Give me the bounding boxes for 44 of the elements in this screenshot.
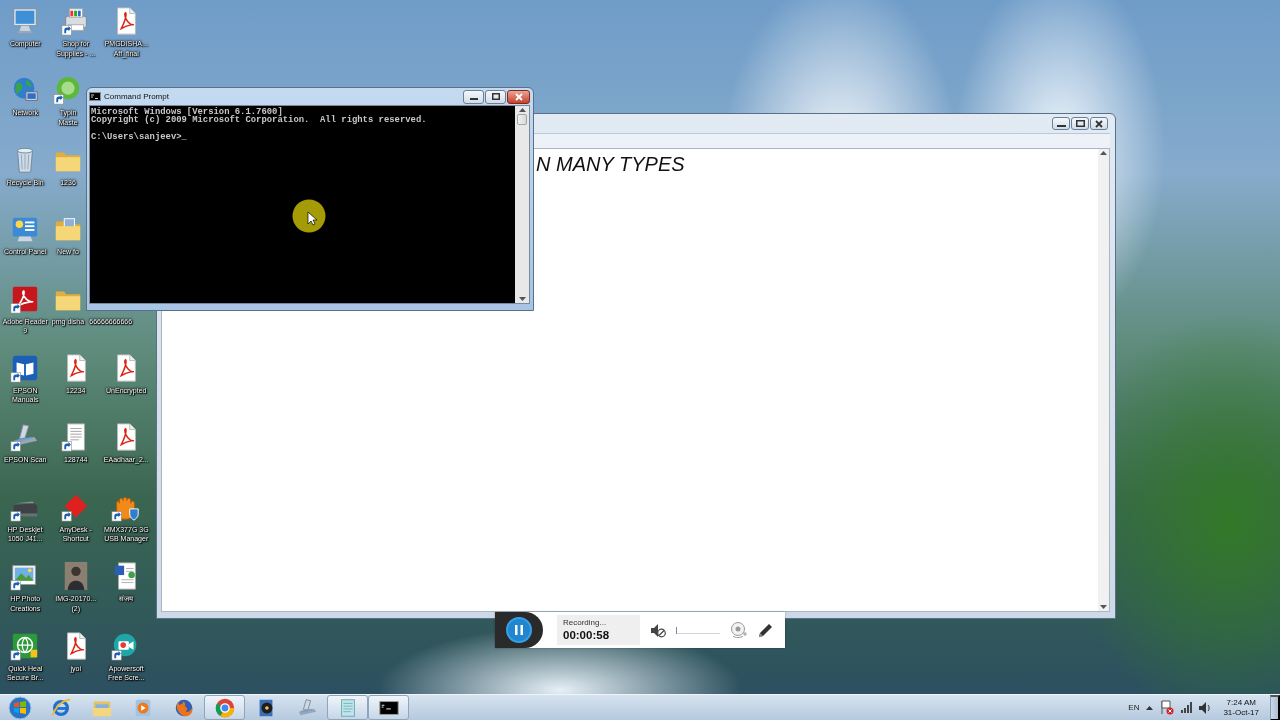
volume-slider[interactable] bbox=[676, 626, 720, 634]
scrollbar-thumb[interactable] bbox=[517, 114, 527, 125]
console-line: Copyright (c) 2009 Microsoft Corporation. All rights reserved. bbox=[91, 116, 428, 125]
down-arrow-icon[interactable] bbox=[1100, 605, 1107, 609]
terminal-icon bbox=[89, 92, 101, 101]
show-desktop-button[interactable] bbox=[1270, 694, 1280, 720]
pencil-icon[interactable] bbox=[757, 622, 773, 638]
maximize-icon bbox=[491, 93, 500, 100]
close-button[interactable] bbox=[507, 89, 530, 104]
elapsed-time: 00:00:58 bbox=[563, 628, 611, 642]
vertical-scrollbar[interactable] bbox=[515, 106, 529, 303]
toolbar-handle[interactable] bbox=[495, 612, 543, 648]
maximize-button[interactable] bbox=[1071, 117, 1089, 130]
close-icon bbox=[514, 92, 523, 101]
down-arrow-icon[interactable] bbox=[518, 297, 526, 301]
start-orb-icon[interactable] bbox=[8, 695, 32, 720]
window-title: Command Prompt bbox=[104, 90, 169, 103]
color-wheel-icon bbox=[213, 696, 236, 719]
clock-date[interactable]: 31-Oct-17 bbox=[1223, 707, 1259, 718]
minimize-button[interactable] bbox=[1052, 117, 1070, 130]
close-icon bbox=[1095, 119, 1103, 128]
document-heading: N MANY TYPES bbox=[536, 152, 686, 176]
clock-time[interactable]: 7:24 AM bbox=[1226, 697, 1256, 708]
signal-bars-icon[interactable] bbox=[1181, 702, 1193, 713]
orbit-ring-icon bbox=[49, 696, 72, 719]
cursor-highlight-icon bbox=[292, 199, 326, 233]
console-prompt[interactable]: C:\Users\sanjeev>_ bbox=[91, 132, 514, 142]
language-indicator[interactable]: EN bbox=[1128, 701, 1140, 714]
maximize-button[interactable] bbox=[485, 89, 506, 104]
minimize-button[interactable] bbox=[463, 89, 484, 104]
recording-status: Recording... bbox=[563, 618, 608, 628]
up-arrow-icon[interactable] bbox=[518, 108, 526, 112]
muted-speaker-icon[interactable] bbox=[650, 622, 666, 638]
taskbar-button[interactable] bbox=[368, 695, 409, 720]
up-arrow-icon[interactable] bbox=[1100, 151, 1107, 155]
speaker-icon[interactable] bbox=[1199, 701, 1211, 714]
webcam-icon[interactable] bbox=[730, 622, 747, 638]
chevron-up-icon[interactable] bbox=[1146, 705, 1154, 710]
vertical-scrollbar[interactable] bbox=[1098, 149, 1109, 611]
maximize-icon bbox=[1075, 120, 1085, 127]
flag-error-icon[interactable] bbox=[1160, 700, 1175, 715]
pause-icon bbox=[515, 625, 523, 635]
close-button[interactable] bbox=[1090, 117, 1108, 130]
pause-button[interactable] bbox=[506, 617, 532, 643]
